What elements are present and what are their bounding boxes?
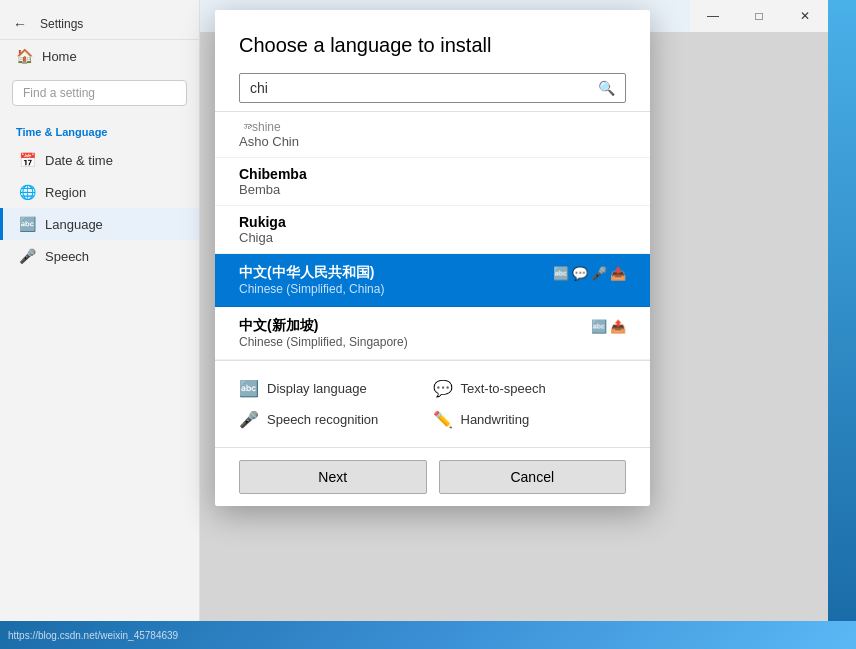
settings-sidebar: ← Settings 🏠 Home Find a setting Time & … xyxy=(0,0,200,621)
lang-english: Asho Chin xyxy=(239,134,626,149)
search-icon: 🔍 xyxy=(598,80,615,96)
clock-icon: 📅 xyxy=(19,152,35,168)
handwriting-icon: ✏️ xyxy=(433,410,453,429)
share-badge-icon: 📤 xyxy=(610,266,626,281)
feature-label: Speech recognition xyxy=(267,412,378,427)
language-search-input[interactable] xyxy=(250,80,598,96)
sidebar-item-speech[interactable]: 🎤 Speech xyxy=(0,240,199,272)
lang-item-chinese-china[interactable]: 中文(中华人民共和国) 🔤 💬 🎤 📤 Chinese (Simplified,… xyxy=(215,254,650,307)
lang-english: Chinese (Simplified, Singapore) xyxy=(239,335,626,349)
sidebar-item-language[interactable]: 🔤 Language xyxy=(0,208,199,240)
sidebar-home[interactable]: 🏠 Home xyxy=(0,40,199,72)
feature-display-language: 🔤 Display language xyxy=(239,373,433,404)
minimize-button[interactable]: — xyxy=(690,0,736,32)
feature-text-to-speech: 💬 Text-to-speech xyxy=(433,373,627,404)
sidebar-item-region[interactable]: 🌐 Region xyxy=(0,176,199,208)
lang-name: Chibemba xyxy=(239,166,307,182)
feature-label: Handwriting xyxy=(461,412,530,427)
lang-item-asho-chin[interactable]: အshine Asho Chin xyxy=(215,112,650,158)
title-bar: ← Settings xyxy=(0,8,199,40)
lang-native: အshine xyxy=(239,120,626,134)
next-button[interactable]: Next xyxy=(239,460,427,494)
dialog-title: Choose a language to install xyxy=(215,10,650,73)
bubble-badge-icon: 💬 xyxy=(572,266,588,281)
display-lang-icon: 🔤 xyxy=(239,379,259,398)
lang-name: Rukiga xyxy=(239,214,626,230)
font-badge-icon: 🔤 xyxy=(553,266,569,281)
lang-badges-chinese-china: 🔤 💬 🎤 📤 xyxy=(553,266,626,281)
lang-native-chinese-sg: 中文(新加坡) xyxy=(239,317,318,335)
share-badge2-icon: 📤 xyxy=(610,319,626,334)
feature-grid: 🔤 Display language 💬 Text-to-speech 🎤 Sp… xyxy=(215,360,650,448)
language-icon: 🔤 xyxy=(19,216,35,232)
language-list: အshine Asho Chin Chibemba Bemba Rukiga C… xyxy=(215,111,650,360)
sidebar-item-label: Speech xyxy=(45,249,89,264)
back-button[interactable]: ← xyxy=(8,12,32,36)
feature-handwriting: ✏️ Handwriting xyxy=(433,404,627,435)
find-setting-input[interactable]: Find a setting xyxy=(12,80,187,106)
sidebar-item-label: Region xyxy=(45,185,86,200)
feature-label: Text-to-speech xyxy=(461,381,546,396)
lang-badges-chinese-sg: 🔤 📤 xyxy=(591,319,626,334)
sidebar-item-label: Date & time xyxy=(45,153,113,168)
cancel-button[interactable]: Cancel xyxy=(439,460,627,494)
lang-item-chibemba[interactable]: Chibemba Bemba xyxy=(215,158,650,206)
bottom-bar: https://blog.csdn.net/weixin_45784639 xyxy=(0,621,856,649)
tts-icon: 💬 xyxy=(433,379,453,398)
lang-native-chinese-china: 中文(中华人民共和国) xyxy=(239,264,374,282)
globe-icon: 🌐 xyxy=(19,184,35,200)
lang-english: Bemba xyxy=(239,182,626,197)
lang-item-rukiga[interactable]: Rukiga Chiga xyxy=(215,206,650,254)
lang-item-chinese-singapore[interactable]: 中文(新加坡) 🔤 📤 Chinese (Simplified, Singapo… xyxy=(215,307,650,360)
lang-english: Chiga xyxy=(239,230,626,245)
speech-rec-icon: 🎤 xyxy=(239,410,259,429)
home-icon: 🏠 xyxy=(16,48,32,64)
home-label: Home xyxy=(42,49,77,64)
font-badge2-icon: 🔤 xyxy=(591,319,607,334)
bottom-url: https://blog.csdn.net/weixin_45784639 xyxy=(8,630,178,641)
language-install-dialog: Choose a language to install 🔍 အshine As… xyxy=(215,10,650,506)
lang-english: Chinese (Simplified, China) xyxy=(239,282,626,296)
right-accent-bar xyxy=(828,0,856,621)
feature-label: Display language xyxy=(267,381,367,396)
language-search-box[interactable]: 🔍 xyxy=(239,73,626,103)
feature-speech-recognition: 🎤 Speech recognition xyxy=(239,404,433,435)
window-title: Settings xyxy=(40,17,83,31)
sidebar-item-date-time[interactable]: 📅 Date & time xyxy=(0,144,199,176)
mic-icon: 🎤 xyxy=(19,248,35,264)
sidebar-item-label: Language xyxy=(45,217,103,232)
mic-badge-icon: 🎤 xyxy=(591,266,607,281)
sidebar-section-title: Time & Language xyxy=(0,114,199,144)
dialog-actions: Next Cancel xyxy=(215,448,650,506)
close-button[interactable]: ✕ xyxy=(782,0,828,32)
maximize-button[interactable]: □ xyxy=(736,0,782,32)
